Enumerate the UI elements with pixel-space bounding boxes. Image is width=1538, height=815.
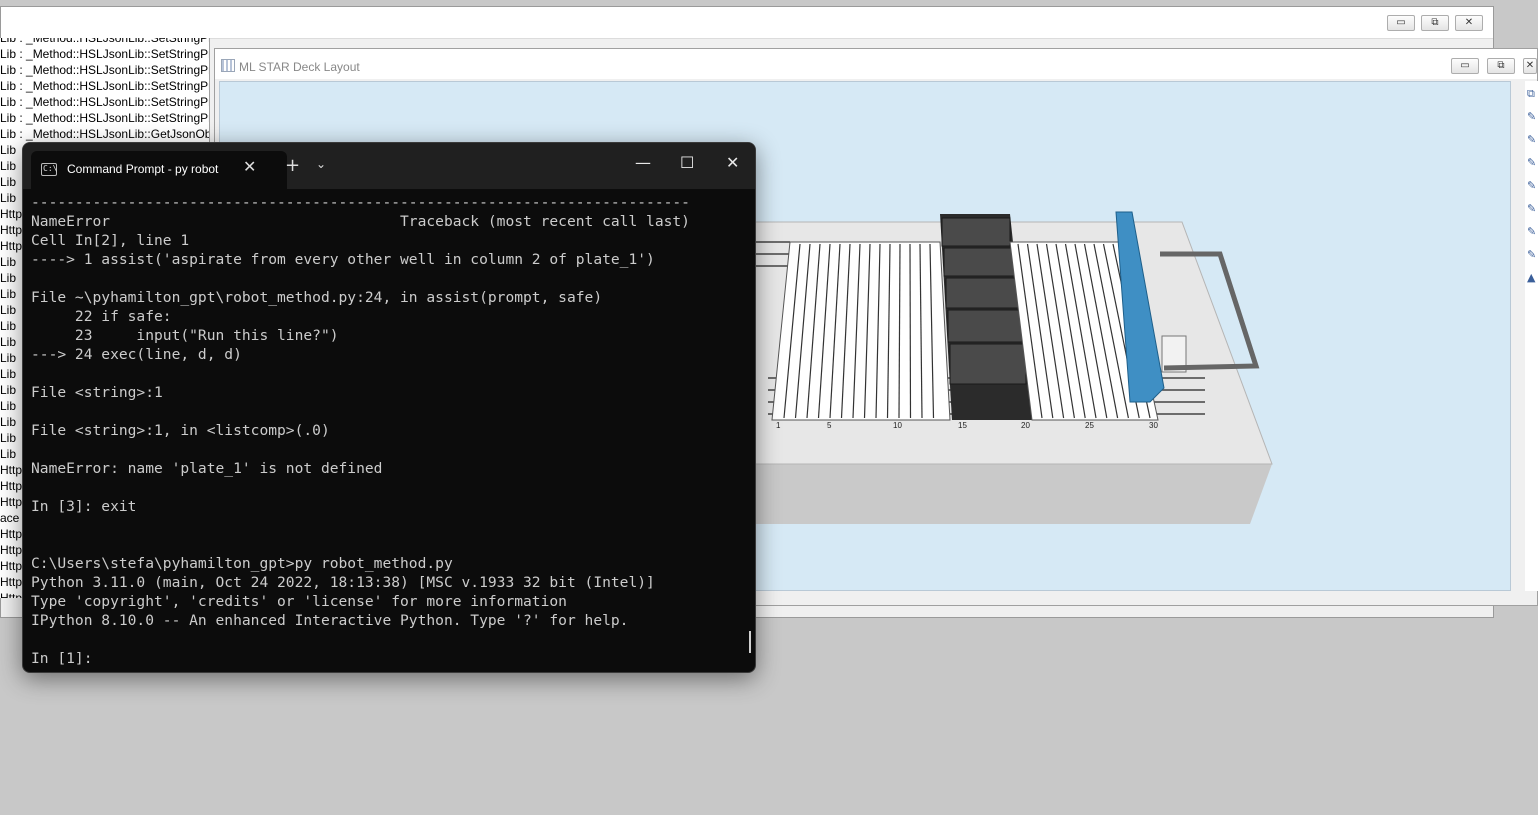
terminal-line: NameError: name 'plate_1' is not defined — [31, 460, 383, 477]
deck-tool-icon[interactable]: ✎ — [1527, 110, 1538, 124]
deck-view-toolbar: ⧉ ✎ ✎ ✎ ✎ ✎ ✎ ✎ ▲ — [1525, 81, 1538, 591]
deck-base-front — [750, 464, 1272, 524]
terminal-line: ----> 1 assist('aspirate from every othe… — [31, 251, 655, 268]
terminal-line: Python 3.11.0 (main, Oct 24 2022, 18:13:… — [31, 574, 655, 591]
deck-tool-icon[interactable]: ✎ — [1527, 179, 1538, 193]
deck-tool-icon[interactable]: ✎ — [1527, 248, 1538, 262]
log-line[interactable]: Lib : _Method::HSLJsonLib::SetStringProp… — [0, 78, 209, 94]
terminal-output[interactable]: ----------------------------------------… — [31, 193, 747, 669]
terminal-line: File ~\pyhamilton_gpt\robot_method.py:24… — [31, 289, 603, 306]
terminal-scrollbar[interactable] — [749, 631, 751, 653]
terminal-maximize-button[interactable]: ☐ — [680, 153, 694, 172]
deck-tool-icon[interactable]: ✎ — [1527, 225, 1538, 239]
deck-layout-title: ML STAR Deck Layout — [239, 60, 360, 74]
track-label: 30 — [1149, 421, 1158, 430]
deck-tool-icon[interactable]: ⧉ — [1527, 87, 1538, 101]
tab-close-icon[interactable]: ✕ — [243, 157, 256, 176]
terminal-line: In [3]: exit — [31, 498, 137, 515]
terminal-tab-title: Command Prompt - py robot — [67, 162, 219, 176]
deck-minimize-button[interactable]: ▭ — [1451, 58, 1479, 74]
track-label: 20 — [1021, 421, 1030, 430]
terminal-window[interactable]: C:\ Command Prompt - py robot ✕ + ⌄ — ☐ … — [22, 142, 756, 673]
terminal-line: NameError Traceback (most recent call la… — [31, 213, 690, 230]
terminal-line: IPython 8.10.0 -- An enhanced Interactiv… — [31, 612, 629, 629]
terminal-line: 22 if safe: — [31, 308, 172, 325]
track-label: 1 — [776, 421, 781, 430]
main-maximize-button[interactable]: ⧉ — [1421, 15, 1449, 31]
log-line[interactable]: Lib : _Method::HSLJsonLib::SetStringProp… — [0, 62, 209, 78]
deck-layout-titlebar: ML STAR Deck Layout ▭ ⧉ ✕ — [215, 49, 1537, 79]
main-app-titlebar: ▭ ⧉ ✕ — [1, 7, 1493, 39]
deck-tool-icon[interactable]: ▲ — [1527, 271, 1538, 285]
deck-maximize-button[interactable]: ⧉ — [1487, 58, 1515, 74]
terminal-tabbar: C:\ Command Prompt - py robot ✕ + ⌄ — ☐ … — [23, 143, 755, 189]
terminal-line: Type 'copyright', 'credits' or 'license'… — [31, 593, 567, 610]
log-line[interactable]: Lib : _Method::HSLJsonLib::SetStringProp… — [0, 94, 209, 110]
deck-tool-icon[interactable]: ✎ — [1527, 202, 1538, 216]
terminal-minimize-button[interactable]: — — [635, 153, 651, 172]
track-label: 15 — [958, 421, 967, 430]
deck-tool-icon[interactable]: ✎ — [1527, 156, 1538, 170]
log-line[interactable]: Lib : _Method::HSLJsonLib::GetJsonObject — [0, 126, 209, 142]
deck-tracks-left — [771, 241, 951, 421]
terminal-tab[interactable]: C:\ Command Prompt - py robot ✕ — [31, 151, 287, 189]
deck-tool-icon[interactable]: ✎ — [1527, 133, 1538, 147]
new-tab-button[interactable]: + — [285, 155, 300, 176]
track-stripe — [909, 243, 912, 419]
terminal-line: File <string>:1 — [31, 384, 163, 401]
terminal-close-button[interactable]: ✕ — [726, 153, 739, 172]
deck-close-button[interactable]: ✕ — [1523, 58, 1537, 74]
terminal-line: File <string>:1, in <listcomp>(.0) — [31, 422, 330, 439]
tab-dropdown-chevron-icon[interactable]: ⌄ — [316, 157, 326, 171]
main-minimize-button[interactable]: ▭ — [1387, 15, 1415, 31]
terminal-line: In [1]: — [31, 650, 93, 667]
track-label: 10 — [893, 421, 902, 430]
deck-layout-app-icon — [221, 59, 235, 72]
log-line[interactable]: Lib : _Method::HSLJsonLib::SetStringProp… — [0, 110, 209, 126]
track-label: 5 — [827, 421, 832, 430]
cmd-prompt-icon: C:\ — [41, 163, 57, 176]
log-line[interactable]: Lib : _Method::HSLJsonLib::SetStringProp… — [0, 46, 209, 62]
main-close-button[interactable]: ✕ — [1455, 15, 1483, 31]
terminal-line: ----------------------------------------… — [31, 194, 690, 211]
track-label: 25 — [1085, 421, 1094, 430]
log-line[interactable]: Lib : _Method::HSLJsonLib::SetStringProp… — [0, 38, 209, 46]
terminal-line: Cell In[2], line 1 — [31, 232, 190, 249]
terminal-line: 23 input("Run this line?") — [31, 327, 339, 344]
terminal-line: C:\Users\stefa\pyhamilton_gpt>py robot_m… — [31, 555, 453, 572]
terminal-line: ---> 24 exec(line, d, d) — [31, 346, 242, 363]
